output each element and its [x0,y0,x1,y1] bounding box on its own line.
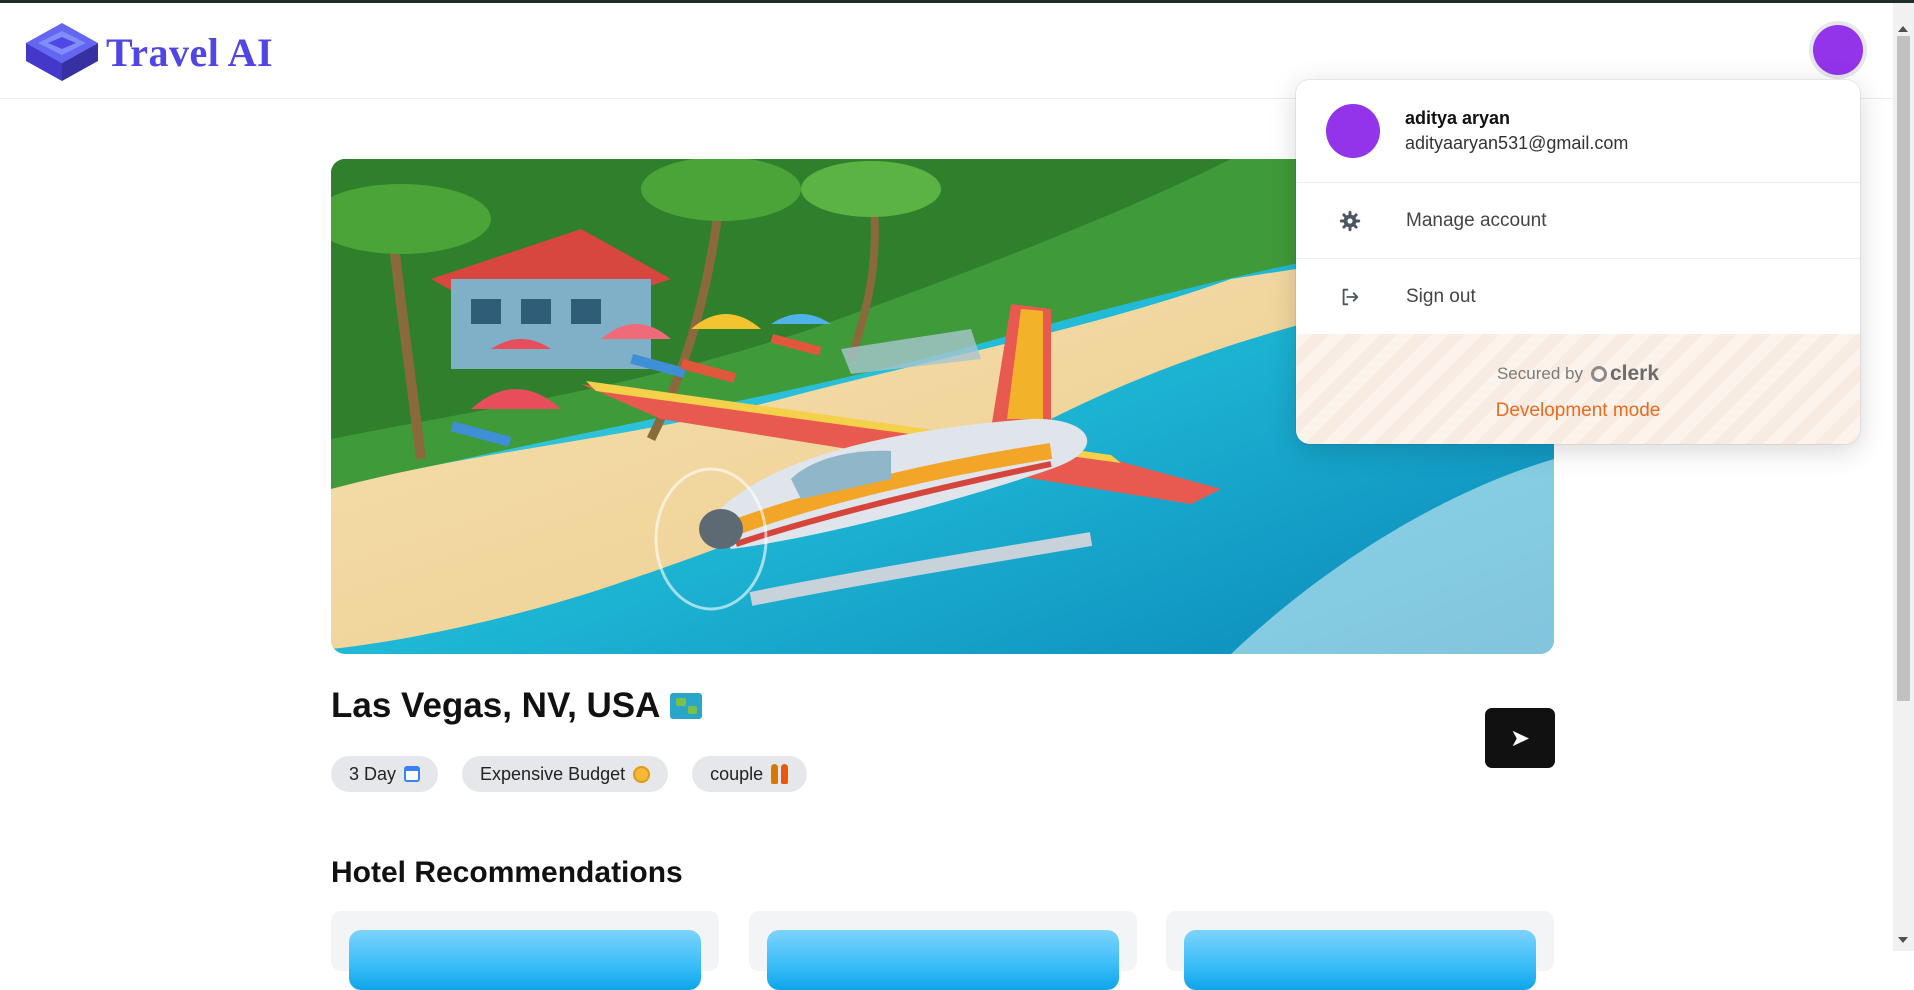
hotel-image [1184,930,1536,990]
tag-budget-label: Expensive Budget [480,763,626,784]
user-avatar-button[interactable] [1813,25,1863,75]
coin-icon [633,765,651,783]
user-email: adityaaryan531@gmail.com [1405,133,1629,153]
clerk-logo[interactable]: clerk [1590,362,1660,386]
user-name: aditya aryan [1405,108,1511,128]
scroll-down-icon[interactable] [1898,937,1908,943]
secured-by-label: Secured by [1496,364,1583,383]
world-map-icon [670,693,703,719]
sign-out-button[interactable]: Sign out [1296,258,1860,334]
sign-out-icon [1342,288,1359,305]
calendar-icon [404,766,421,782]
hotel-card[interactable] [749,911,1137,990]
hotel-card[interactable] [1166,911,1554,990]
tag-travelers: couple [692,756,808,792]
scroll-thumb[interactable] [1897,36,1910,701]
clerk-wordmark: clerk [1609,362,1660,385]
scroll-up-icon[interactable] [1898,26,1908,32]
hotels-section-title: Hotel Recommendations [331,856,683,889]
brand-name: Travel AI [106,29,274,75]
manage-account-label: Manage account [1406,209,1547,231]
send-icon: ➤ [1509,724,1531,752]
destination-name: Las Vegas, NV, USA [331,686,661,725]
hotel-image [767,930,1119,990]
app-logo[interactable]: Travel AI [24,21,273,83]
user-menu-main: aditya aryan adityaaryan531@gmail.com Ma… [1296,80,1860,335]
layers-logo-icon [26,23,98,81]
tag-travelers-label: couple [710,763,764,784]
destination-title: Las Vegas, NV, USA [331,686,703,726]
hotel-card[interactable] [331,911,719,990]
user-menu-popover: aditya aryan adityaaryan531@gmail.com Ma… [1296,80,1860,444]
trip-tags: 3 Day Expensive Budget couple [331,756,808,792]
tag-duration-label: 3 Day [349,763,397,784]
share-trip-button[interactable]: ➤ [1485,708,1555,768]
development-mode-label: Development mode [1495,400,1661,421]
user-menu-footer: Secured by clerk Development mode [1296,334,1860,444]
gear-icon [1339,210,1361,231]
page-scrollbar[interactable] [1893,3,1914,951]
user-avatar [1326,104,1380,158]
secured-by-text: Secured by clerk [1296,362,1860,386]
sign-out-label: Sign out [1406,285,1476,307]
manage-account-button[interactable]: Manage account [1296,182,1860,258]
hotel-image [349,930,701,990]
tag-budget: Expensive Budget [462,756,669,792]
user-identity: aditya aryan adityaaryan531@gmail.com [1326,104,1628,158]
clerk-mark-icon [1590,366,1607,382]
tag-duration: 3 Day [331,756,439,792]
couple-icon [771,764,789,784]
